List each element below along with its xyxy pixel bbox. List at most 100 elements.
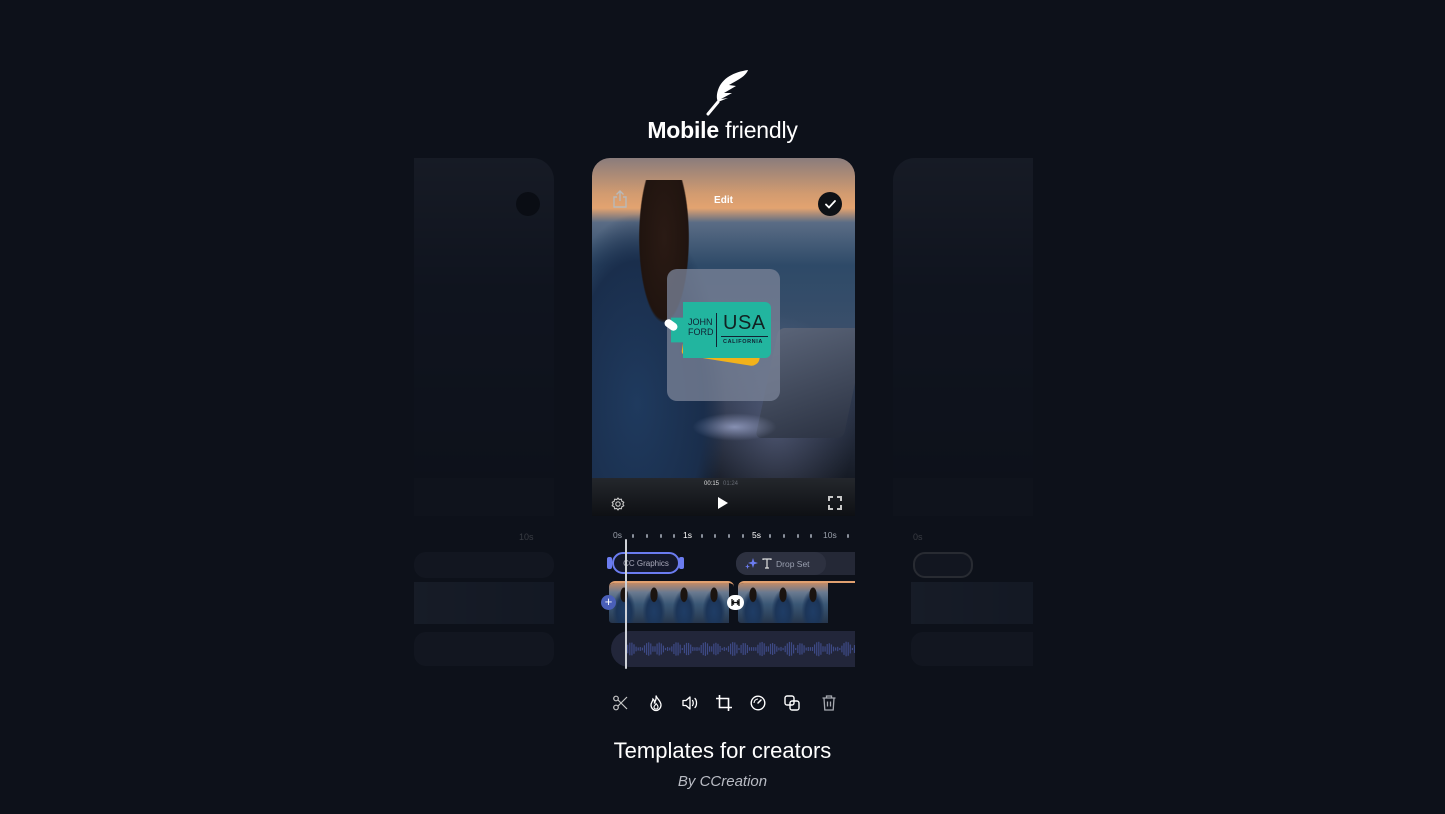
waveform-bar <box>822 646 824 652</box>
byline: By CCreation <box>677 773 768 790</box>
waveform-bar <box>721 647 723 651</box>
waveform-bar <box>631 642 633 656</box>
ghost-audio-track <box>414 632 554 666</box>
waveform-bar <box>816 642 818 656</box>
settings-icon[interactable] <box>611 497 625 511</box>
preview-phone-right[interactable]: 0s <box>893 158 1033 668</box>
waveform-bar <box>685 642 688 656</box>
waveform-bar <box>755 647 757 651</box>
headline: Mobile friendly <box>0 117 1445 144</box>
waveform-bar <box>751 647 753 651</box>
waveform-bar <box>652 646 654 652</box>
waveform-bar <box>732 642 734 656</box>
waveform-bar <box>763 643 765 655</box>
waveform-bar <box>690 644 692 654</box>
ghost-player-bar <box>414 478 554 516</box>
transition-button[interactable] <box>727 595 744 610</box>
audio-track[interactable] <box>611 631 855 667</box>
waveform-bar <box>627 644 629 654</box>
waveform-bar <box>793 644 795 654</box>
waveform-bar <box>675 642 677 656</box>
waveform-bar <box>778 647 780 651</box>
editor-phone: Edit JOHN FORD USA CALIFORNIA 00:15 01:2… <box>592 158 855 516</box>
waveform-bar <box>683 644 685 654</box>
timeline-ruler[interactable]: 0s 1s 5s 10s <box>610 530 855 542</box>
ghost-video-track <box>911 582 1033 624</box>
waveform-bar <box>851 647 853 651</box>
ghost-video-track <box>414 582 554 624</box>
waveform-bar <box>814 644 816 654</box>
feather-icon <box>706 70 748 116</box>
graphics-clip[interactable]: CC Graphics <box>612 552 680 574</box>
video-clip-1[interactable] <box>609 581 734 623</box>
clip-thumbnail <box>699 583 729 623</box>
waveform-bar <box>730 643 732 655</box>
waveform-bar <box>807 647 809 651</box>
current-time: 00:15 <box>704 481 720 487</box>
ghost-audio-track <box>911 632 1033 666</box>
waveform-bar <box>727 646 730 652</box>
clip-thumbnail <box>798 583 828 623</box>
play-icon[interactable] <box>717 496 729 510</box>
waveform-bar <box>841 645 843 653</box>
waveform-bar <box>809 647 811 651</box>
waveform-bar <box>748 647 751 651</box>
waveform-bar <box>784 645 786 653</box>
video-glow <box>692 413 777 441</box>
waveform-bar <box>660 643 662 655</box>
waveform-bar <box>774 644 776 654</box>
waveform-bar <box>717 643 719 655</box>
sticker-card[interactable]: JOHN FORD USA CALIFORNIA <box>662 269 780 401</box>
waveform-bar <box>769 643 772 655</box>
sparkle-icon <box>745 558 758 569</box>
tag-name-line2: FORD <box>688 326 714 337</box>
clip-thumbnail <box>768 583 798 623</box>
tag-divider <box>716 313 717 347</box>
waveform-bar <box>744 643 746 655</box>
confirm-button[interactable] <box>818 192 842 216</box>
waveform-bar <box>679 644 681 654</box>
waveform-bar <box>688 642 690 656</box>
editor-title: Edit <box>714 195 733 206</box>
waveform-bar <box>706 643 709 655</box>
tag-country: USA <box>723 312 766 334</box>
speedometer-icon[interactable] <box>749 694 767 712</box>
crop-icon[interactable] <box>715 694 733 712</box>
waveform-bar <box>725 647 727 651</box>
waveform-bar <box>801 643 803 655</box>
waveform-bar <box>694 647 696 651</box>
headline-rest: friendly <box>718 117 798 143</box>
ghost-ruler-label: 10s <box>519 532 534 542</box>
ruler-label: 0s <box>613 530 622 540</box>
flame-icon[interactable] <box>647 694 665 712</box>
trash-icon[interactable] <box>820 694 838 712</box>
waveform-bar <box>830 644 832 654</box>
preview-phone-left[interactable]: 10s <box>414 158 554 668</box>
waveform-bar <box>797 644 799 654</box>
scissors-icon[interactable] <box>612 694 630 712</box>
volume-icon[interactable] <box>681 694 699 712</box>
waveform-bar <box>641 647 643 651</box>
waveform-bar <box>639 647 641 651</box>
tagline: Templates for creators <box>613 738 832 763</box>
waveform-bar <box>765 646 767 652</box>
waveform-bar <box>669 647 671 651</box>
add-clip-button[interactable]: + <box>601 595 616 610</box>
video-clip-2[interactable] <box>738 581 855 623</box>
text-icon <box>762 558 772 569</box>
clip-trim-handle-right[interactable] <box>679 557 684 569</box>
waveform-bar <box>805 647 807 651</box>
waveform-bar <box>709 646 711 652</box>
playhead[interactable] <box>625 539 627 669</box>
waveform-bar <box>643 645 646 653</box>
waveform-bar <box>681 647 683 651</box>
duplicate-icon[interactable] <box>783 694 801 712</box>
waveform-bar <box>776 646 778 652</box>
waveform-bar <box>692 646 694 652</box>
text-clip-label: Drop Set <box>776 558 810 569</box>
fullscreen-icon[interactable] <box>828 496 842 510</box>
audio-waveform <box>625 641 855 657</box>
waveform-bar <box>637 647 639 651</box>
text-clip[interactable]: Drop Set <box>736 552 826 575</box>
waveform-bar <box>648 642 650 656</box>
